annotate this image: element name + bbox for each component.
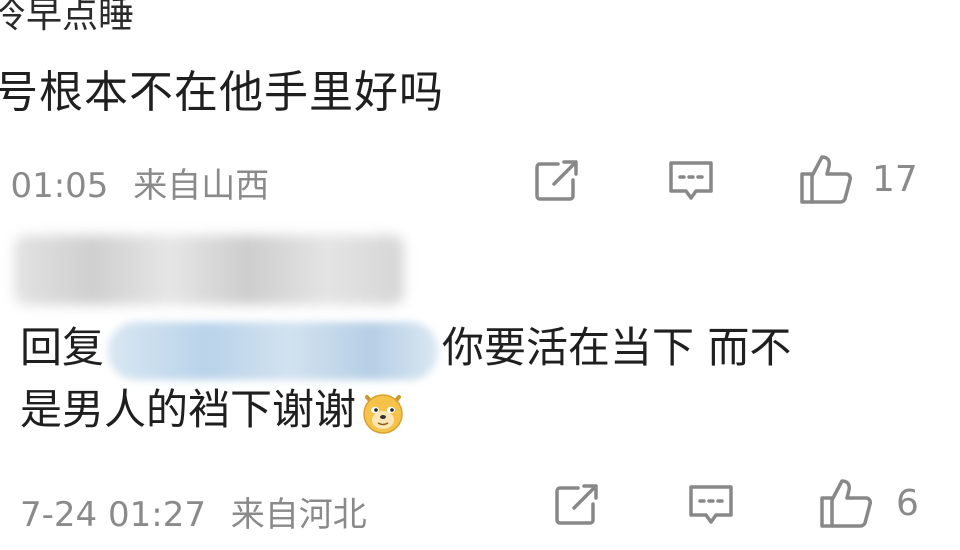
comment-meta: 4 01:05 来自山西 [0, 158, 269, 207]
comment-fragment-top: 冷早点睡 [0, 0, 135, 36]
reply-text: 回复 你要活在当下 而不 是男人的裆下谢谢 [20, 318, 920, 440]
comment-icon [669, 161, 713, 200]
reply-prefix: 回复 [20, 323, 105, 372]
comment-text: 号根本不在他手里好吗 [0, 67, 444, 118]
thumbs-up-icon [800, 155, 852, 204]
share-icon [555, 484, 598, 525]
like-count: 6 [896, 482, 919, 524]
reply-time: 7-24 01:27 [20, 495, 206, 535]
share-icon [535, 160, 578, 201]
comment-button[interactable] [686, 482, 736, 532]
thumbs-up-icon [820, 479, 872, 528]
comment-button[interactable] [666, 158, 716, 208]
comment-location: 来自山西 [133, 166, 270, 206]
comment-icon [689, 485, 733, 524]
reply-location: 来自河北 [230, 495, 367, 535]
reply-text-line1: 你要活在当下 而不 [442, 323, 792, 372]
doge-emoji-icon [363, 394, 403, 434]
share-button[interactable] [552, 482, 602, 532]
share-button[interactable] [532, 158, 582, 208]
reply-text-line2: 是男人的裆下谢谢 [20, 384, 357, 434]
blurred-reply-target[interactable] [108, 321, 439, 380]
like-button[interactable]: 6 [818, 476, 919, 530]
reply-meta: 7-24 01:27 来自河北 [20, 487, 367, 536]
like-button[interactable]: 17 [798, 152, 918, 206]
comment-time: 4 01:05 [0, 166, 109, 206]
like-count: 17 [872, 158, 918, 200]
blurred-username [14, 235, 404, 305]
